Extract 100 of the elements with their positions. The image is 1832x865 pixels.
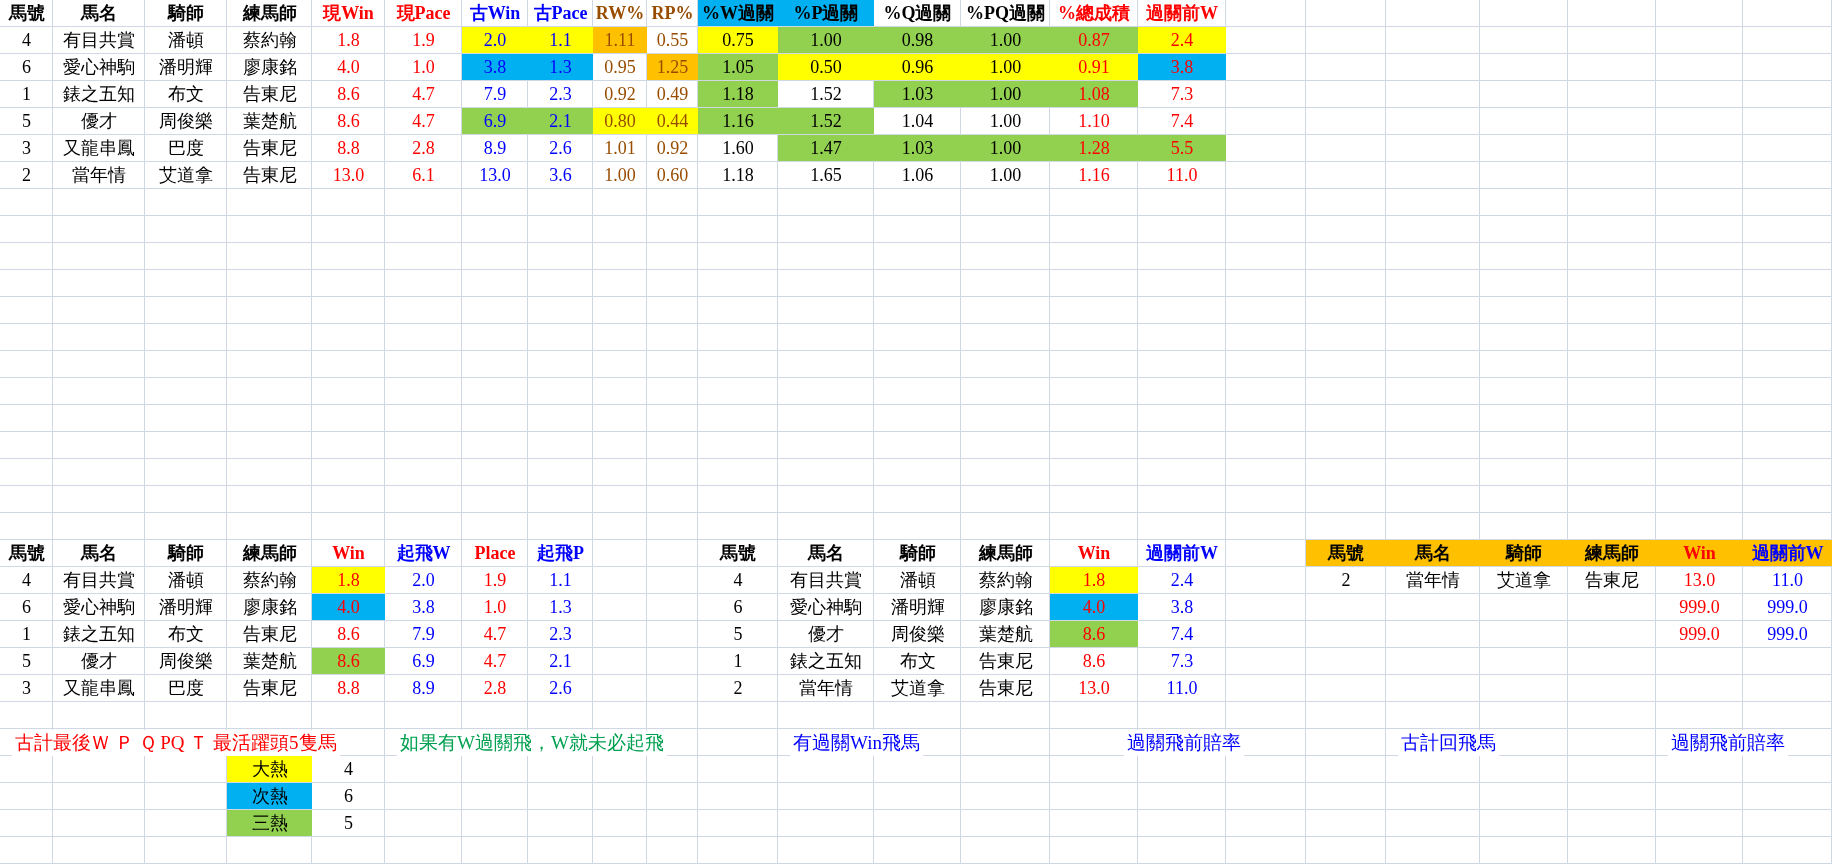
column-header: 騎師 <box>168 542 204 565</box>
table-cell-text: 愛心神駒 <box>62 596 136 619</box>
table-cell: 1.00 <box>961 54 1050 80</box>
table-cell-text: 1.06 <box>900 163 935 187</box>
table-cell-text: 潘明輝 <box>158 596 214 619</box>
table-cell-text: 13.0 <box>478 163 512 187</box>
table-cell-text: 7.4 <box>1169 622 1195 646</box>
table-cell-text: 葉楚航 <box>977 623 1034 646</box>
table-cell-text: 13.0 <box>1077 676 1111 700</box>
table-cell-text: 告東尼 <box>241 623 298 646</box>
column-header: 馬號 <box>8 542 45 565</box>
legend-value: 4 <box>343 757 354 781</box>
table-cell: 0.96 <box>874 54 961 80</box>
table-cell-text: 1 <box>21 82 32 106</box>
note-text: 過關飛前賠率 <box>1124 729 1244 756</box>
table-cell-text: 潘頓 <box>167 569 205 592</box>
table-cell-text: 4.0 <box>336 55 361 79</box>
table-cell-text: 1.60 <box>721 136 755 160</box>
table-cell: 1.47 <box>778 135 874 161</box>
table-cell: 1.03 <box>874 135 961 161</box>
table-cell-text: 愛心神駒 <box>62 56 136 79</box>
table-cell: 5.5 <box>1138 135 1226 161</box>
column-header: 現Win <box>323 2 374 25</box>
table-cell-text: 4.7 <box>482 622 508 646</box>
table-cell-text: 1.16 <box>1077 163 1111 187</box>
table-cell-text: 999.0 <box>1678 595 1721 619</box>
table-cell-text: 3 <box>21 136 32 160</box>
table-cell: 1.08 <box>1050 81 1138 107</box>
table-cell-text: 4 <box>732 568 744 592</box>
column-header: Place <box>474 542 516 564</box>
table-cell-text: 5 <box>21 109 32 133</box>
table-cell: 0.44 <box>647 108 698 134</box>
table-cell-text: 布文 <box>898 650 937 673</box>
column-header: 馬名 <box>81 542 117 565</box>
table-cell: 0.50 <box>778 54 874 80</box>
table-cell: 4.0 <box>312 594 385 620</box>
legend-label: 大熱 <box>227 756 312 782</box>
table-cell-text: 4 <box>21 28 32 52</box>
legend-label: 三熱 <box>227 810 312 836</box>
table-cell-text: 潘明輝 <box>889 596 946 619</box>
table-cell-text: 8.9 <box>482 136 508 160</box>
table-cell: 2.0 <box>462 27 528 53</box>
table-cell: 0.80 <box>593 108 647 134</box>
note-text: 過關飛前賠率 <box>1668 729 1788 756</box>
table-cell: 0.98 <box>874 27 961 53</box>
column-header: %W過關 <box>702 2 774 25</box>
table-cell: 6.9 <box>462 108 528 134</box>
table-cell-text: 2.8 <box>482 676 508 700</box>
table-cell-text: 2 <box>1340 568 1352 592</box>
table-cell: 2.1 <box>528 108 593 134</box>
column-header: %PQ過關 <box>966 2 1045 25</box>
table-cell-text: 當年情 <box>71 164 127 187</box>
column-header: RP% <box>651 2 694 24</box>
table-cell: 0.87 <box>1050 27 1138 53</box>
table-cell-text: 2.6 <box>548 136 573 160</box>
table-cell-text: 艾道拿 <box>1496 569 1552 592</box>
table-cell-text: 有目共賞 <box>62 29 136 52</box>
table-cell-text: 1.65 <box>809 163 843 187</box>
table-cell-text: 6.1 <box>411 163 436 187</box>
table-cell-text: 1.10 <box>1077 109 1111 133</box>
table-cell-text: 0.95 <box>603 55 637 79</box>
table-cell: 1.52 <box>778 108 874 134</box>
table-cell-text: 999.0 <box>1766 595 1809 619</box>
table-cell-text: 8.9 <box>411 676 436 700</box>
table-cell-text: 周俊樂 <box>889 623 946 646</box>
table-cell-text: 999.0 <box>1678 622 1721 646</box>
column-header: 練馬師 <box>978 542 1033 565</box>
table-cell: 2.4 <box>1138 27 1226 53</box>
column-header: 馬名 <box>81 2 117 25</box>
table-cell-text: 11.0 <box>1771 568 1804 592</box>
table-cell-text: 優才 <box>80 650 118 673</box>
table-cell-text: 1.8 <box>336 28 361 52</box>
table-cell-text: 11.0 <box>1165 676 1199 700</box>
column-header: 馬名 <box>1415 542 1451 565</box>
table-cell-text: 6 <box>732 595 744 619</box>
table-cell: 1.00 <box>961 81 1050 107</box>
column-header: 馬號 <box>8 2 45 25</box>
table-cell-text: 錶之五知 <box>62 83 136 106</box>
table-cell-text: 2.4 <box>1169 568 1195 592</box>
note-text: 如果有W過關飛，W就未必起飛 <box>397 729 667 756</box>
table-cell-text: 6 <box>21 55 32 79</box>
table-cell-text: 優才 <box>807 623 845 646</box>
table-cell: 1.03 <box>874 81 961 107</box>
table-cell: 4.0 <box>1050 594 1138 620</box>
table-cell-text: 1.1 <box>548 568 573 592</box>
table-cell-text: 告東尼 <box>241 677 298 700</box>
table-cell-text: 0.60 <box>655 163 690 187</box>
table-cell: 0.75 <box>698 27 778 53</box>
table-cell-text: 8.6 <box>336 109 361 133</box>
column-header: 起飛P <box>537 542 584 565</box>
table-cell-text: 葉楚航 <box>241 110 298 133</box>
table-cell-text: 又龍串鳳 <box>62 137 136 160</box>
table-cell-text: 潘頓 <box>898 569 937 592</box>
table-cell-text: 當年情 <box>1405 569 1461 592</box>
table-cell-text: 4.7 <box>411 82 436 106</box>
table-cell-text: 4.7 <box>482 649 508 673</box>
table-cell-text: 5 <box>21 649 32 673</box>
table-cell: 0.91 <box>1050 54 1138 80</box>
table-cell-text: 3 <box>21 676 32 700</box>
column-header: Win <box>332 542 365 564</box>
